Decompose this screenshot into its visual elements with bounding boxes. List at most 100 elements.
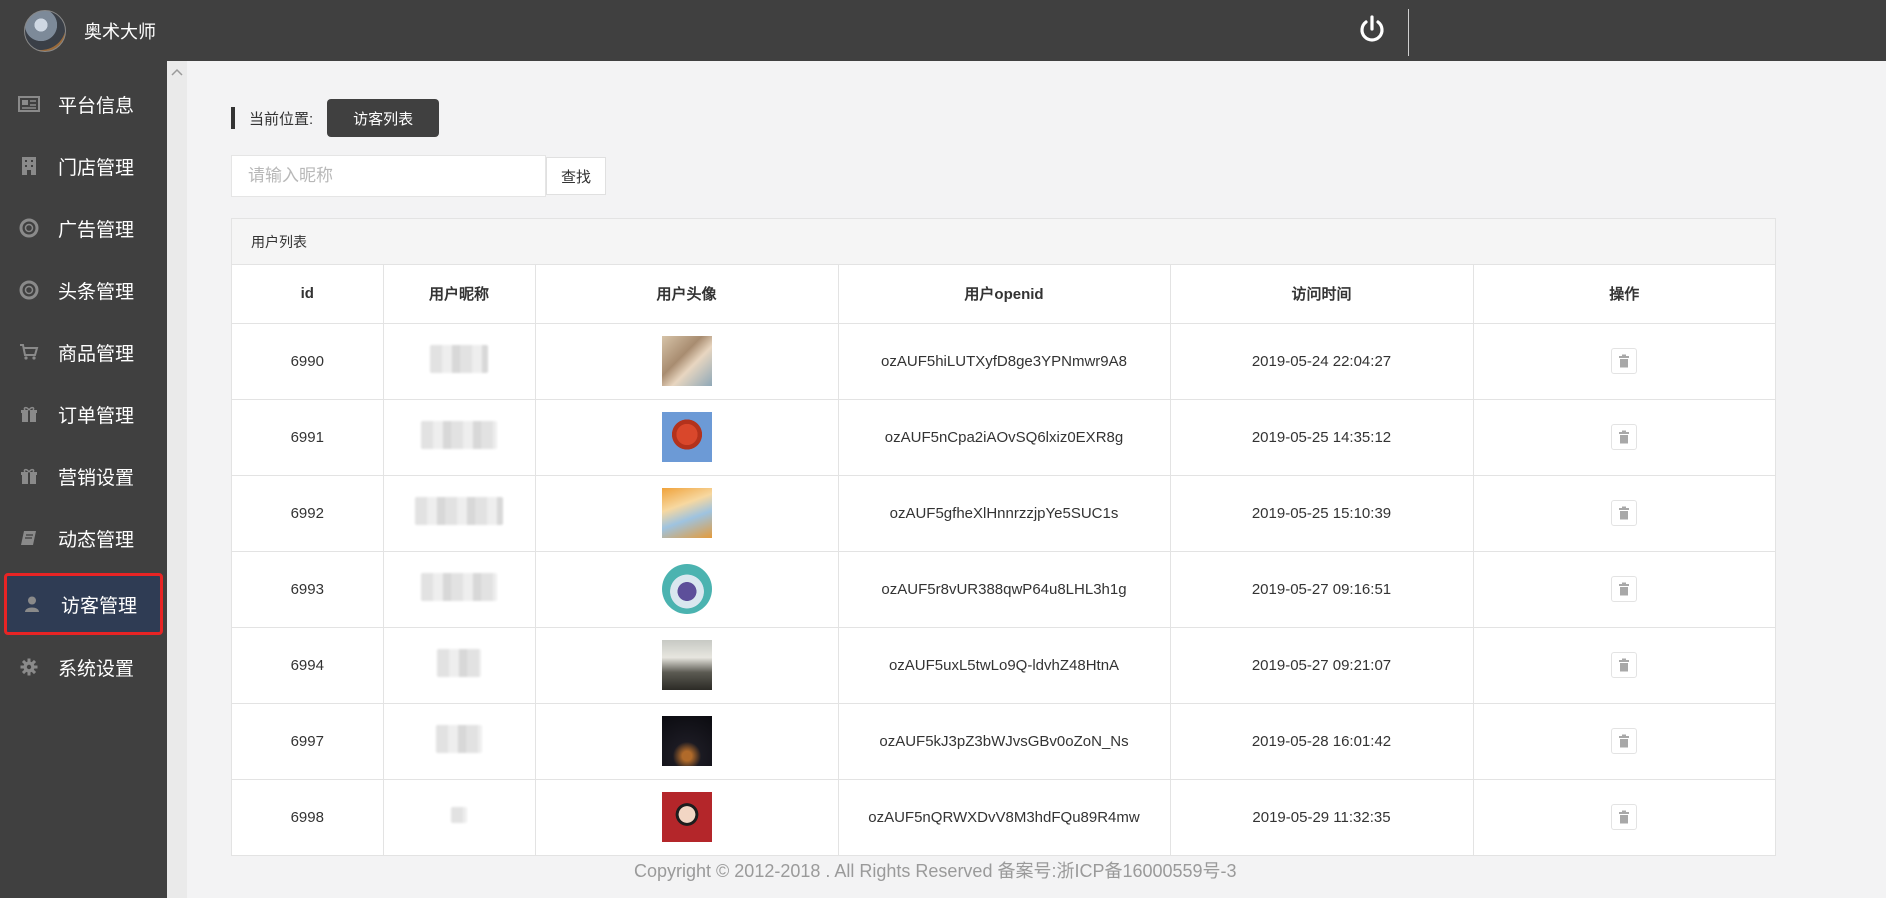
table-row: 6994 ozAUF5uxL5twLo9Q-ldvhZ48HtnA 2019-0…: [232, 627, 1775, 704]
sidebar-item-platform-info[interactable]: 平台信息: [0, 73, 167, 135]
breadcrumb: 当前位置: 访客列表: [231, 99, 440, 137]
cell-visit-time: 2019-05-25 15:10:39: [1170, 475, 1474, 552]
user-avatar-image: [661, 640, 712, 690]
lifebuoy-icon: [18, 217, 40, 239]
sidebar-item-marketing[interactable]: 营销设置: [0, 445, 167, 507]
user-avatar-image: [661, 336, 712, 386]
delete-button[interactable]: [1611, 652, 1638, 678]
lifebuoy-icon: [18, 279, 40, 301]
book-icon: [18, 527, 40, 549]
user-avatar-image: [661, 564, 712, 614]
top-divider: [1408, 9, 1409, 56]
user-avatar-image: [661, 716, 712, 766]
cell-visit-time: 2019-05-24 22:04:27: [1170, 323, 1474, 400]
cell-avatar: [535, 551, 839, 628]
column-header-nickname: 用户昵称: [383, 265, 536, 324]
cell-openid: ozAUF5nQRWXDvV8M3hdFQu89R4mw: [838, 779, 1171, 855]
sidebar-item-settings[interactable]: 系统设置: [0, 636, 167, 698]
sidebar-item-label: 平台信息: [58, 95, 135, 117]
trash-icon: [1619, 506, 1630, 520]
breadcrumb-marker: [231, 107, 235, 129]
sidebar-item-headlines[interactable]: 头条管理: [0, 259, 167, 321]
trash-icon: [1619, 658, 1630, 672]
column-header-avatar: 用户头像: [535, 265, 839, 324]
cell-avatar: [535, 779, 839, 855]
delete-button[interactable]: [1611, 728, 1638, 754]
sidebar-item-ads[interactable]: 广告管理: [0, 197, 167, 259]
cell-visit-time: 2019-05-29 11:32:35: [1170, 779, 1474, 855]
sidebar-item-moments[interactable]: 动态管理: [0, 507, 167, 569]
sidebar-item-label: 商品管理: [58, 343, 135, 365]
cell-visit-time: 2019-05-27 09:21:07: [1170, 627, 1474, 704]
chevron-up-icon: [171, 68, 183, 76]
table-row: 6991 ozAUF5nCpa2iAOvSQ6lxiz0EXR8g 2019-0…: [232, 399, 1775, 476]
table-row: 6992 ozAUF5gfheXlHnnrzzjpYe5SUC1s 2019-0…: [232, 475, 1775, 552]
cell-id: 6992: [232, 475, 384, 552]
breadcrumb-current[interactable]: 访客列表: [327, 99, 440, 137]
user-avatar[interactable]: [24, 10, 66, 52]
blurred-nickname: [415, 497, 503, 525]
sidebar-item-products[interactable]: 商品管理: [0, 321, 167, 383]
column-header-openid: 用户openid: [838, 265, 1171, 324]
delete-button[interactable]: [1611, 424, 1638, 450]
sidebar-item-label: 营销设置: [58, 467, 135, 489]
trash-icon: [1619, 734, 1630, 748]
table-row: 6990 ozAUF5hiLUTXyfD8ge3YPNmwr9A8 2019-0…: [232, 323, 1775, 400]
sidebar-item-store[interactable]: 门店管理: [0, 135, 167, 197]
breadcrumb-label: 当前位置:: [249, 110, 314, 128]
cell-nickname: [383, 399, 536, 476]
delete-button[interactable]: [1611, 804, 1638, 831]
delete-button[interactable]: [1611, 500, 1638, 526]
delete-button[interactable]: [1611, 576, 1638, 602]
copyright-text: Copyright © 2012-2018 . All Rights Reser…: [634, 861, 1237, 881]
cell-actions: [1473, 703, 1775, 780]
delete-button[interactable]: [1611, 348, 1638, 374]
power-icon: [1360, 15, 1384, 42]
trash-icon: [1619, 430, 1630, 444]
column-header-actions: 操作: [1473, 265, 1775, 324]
cell-id: 6994: [232, 627, 384, 704]
cell-openid: ozAUF5gfheXlHnnrzzjpYe5SUC1s: [838, 475, 1171, 552]
panel-title: 用户列表: [232, 219, 1775, 265]
cell-nickname: [383, 551, 536, 628]
gear-icon: [18, 656, 40, 678]
sidebar-item-label: 动态管理: [58, 529, 135, 551]
search-button[interactable]: 查找: [546, 157, 606, 195]
sidebar-item-label: 头条管理: [58, 281, 135, 303]
cell-actions: [1473, 779, 1775, 855]
cell-nickname: [383, 703, 536, 780]
cell-actions: [1473, 323, 1775, 400]
blurred-nickname: [421, 421, 497, 449]
brand-name: 奥术大师: [84, 22, 156, 42]
cell-actions: [1473, 627, 1775, 704]
cell-openid: ozAUF5uxL5twLo9Q-ldvhZ48HtnA: [838, 627, 1171, 704]
gift-icon: [18, 403, 40, 425]
sidebar-scrollbar[interactable]: [167, 61, 187, 898]
cell-nickname: [383, 779, 536, 855]
top-bar: 奥术大师: [0, 0, 1886, 61]
trash-icon: [1619, 582, 1630, 596]
scroll-up-button[interactable]: [167, 61, 187, 83]
logout-button[interactable]: [1355, 12, 1389, 46]
sidebar-item-label: 门店管理: [58, 157, 135, 179]
cell-actions: [1473, 551, 1775, 628]
cell-avatar: [535, 399, 839, 476]
cell-openid: ozAUF5kJ3pZ3bWJvsGBv0oZoN_Ns: [838, 703, 1171, 780]
column-header-visit-time: 访问时间: [1170, 265, 1474, 324]
user-avatar-image: [661, 412, 712, 462]
brand: 奥术大师: [24, 10, 156, 52]
blurred-nickname: [436, 725, 482, 753]
sidebar-item-visitors[interactable]: 访客管理: [4, 573, 163, 635]
gift-icon: [18, 465, 40, 487]
sidebar-item-label: 系统设置: [58, 658, 135, 680]
user-list-panel: 用户列表 id 用户昵称 用户头像 用户openid 访问时间 操作 6990 …: [231, 218, 1776, 856]
table-header-row: id 用户昵称 用户头像 用户openid 访问时间 操作: [232, 265, 1775, 324]
cell-openid: ozAUF5nCpa2iAOvSQ6lxiz0EXR8g: [838, 399, 1171, 476]
user-avatar-image: [661, 792, 712, 843]
nickname-search-input[interactable]: [231, 155, 546, 197]
user-icon: [21, 593, 43, 615]
cell-nickname: [383, 475, 536, 552]
sidebar-item-orders[interactable]: 订单管理: [0, 383, 167, 445]
cell-visit-time: 2019-05-28 16:01:42: [1170, 703, 1474, 780]
cell-avatar: [535, 475, 839, 552]
